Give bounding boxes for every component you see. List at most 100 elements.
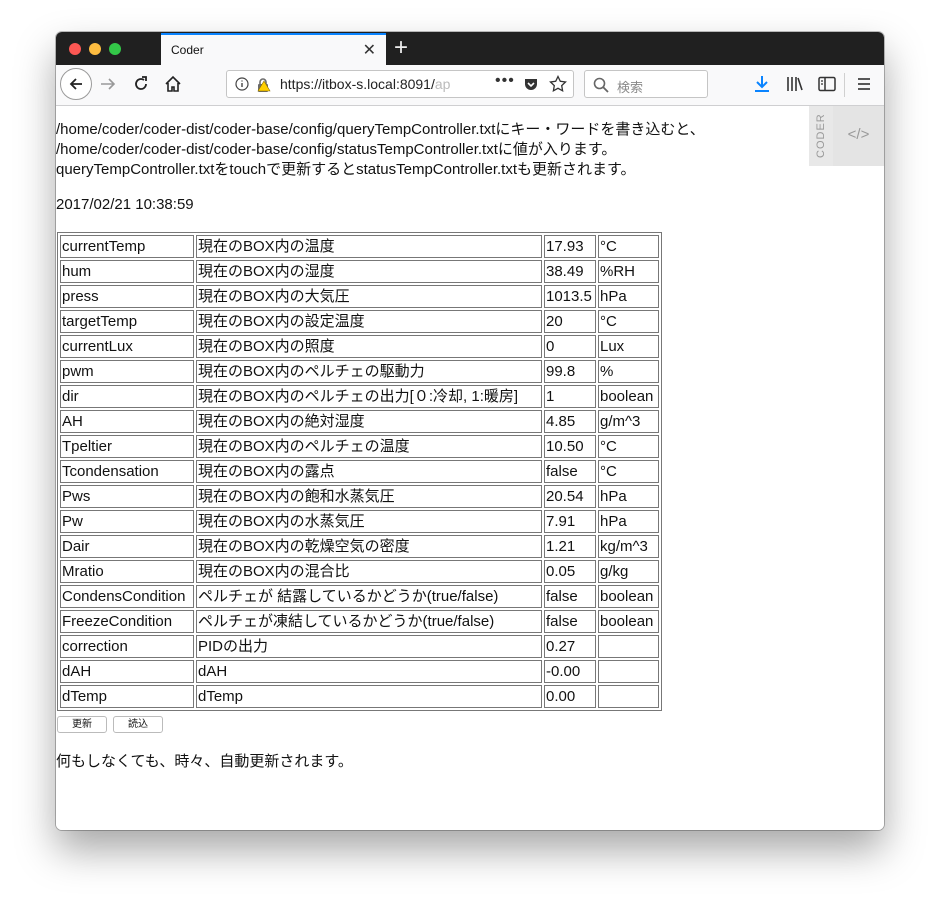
param-key-cell: Dair [60,535,194,558]
param-value-cell: 4.85 [544,410,596,433]
param-description-cell: ペルチェが 結露しているかどうか(true/false) [196,585,542,608]
table-row: Pws 現在のBOX内の飽和水蒸気圧 20.54 hPa [60,485,659,508]
home-icon[interactable] [164,75,182,93]
param-value-cell: 99.8 [544,360,596,383]
table-row: Pw 現在のBOX内の水蒸気圧 7.91 hPa [60,510,659,533]
param-key-cell: currentTemp [60,235,194,258]
library-icon[interactable] [786,76,804,92]
reload-icon[interactable] [132,75,150,93]
param-unit-cell: °C [598,460,659,483]
search-icon [593,77,609,93]
param-key-cell: currentLux [60,335,194,358]
param-description-cell: 現在のBOX内の湿度 [196,260,542,283]
window-close-button[interactable] [69,43,81,55]
info-icon[interactable] [235,77,249,91]
insecure-lock-icon[interactable] [255,77,271,93]
param-value-cell: 0.05 [544,560,596,583]
param-unit-cell: boolean [598,585,659,608]
table-row: pwm 現在のBOX内のペルチェの駆動力 99.8% [60,360,659,383]
table-row: Tcondensation 現在のBOX内の露点 false °C [60,460,659,483]
tab-close-icon[interactable]: ✕ [363,40,376,60]
param-description-cell: dAH [196,660,542,683]
update-button[interactable]: 更新 [57,716,107,733]
window-minimize-button[interactable] [89,43,101,55]
param-unit-cell: °C [598,435,659,458]
param-description-cell: 現在のBOX内の照度 [196,335,542,358]
new-tab-icon[interactable]: + [394,34,408,62]
param-value-cell: 1013.5 [544,285,596,308]
coder-side-tab[interactable]: CODER [809,106,833,166]
param-description-cell: 現在のBOX内のペルチェの出力[０:冷却, 1:暖房] [196,385,542,408]
param-key-cell: pwm [60,360,194,383]
param-unit-cell: Lux [598,335,659,358]
param-key-cell: dAH [60,660,194,683]
page-actions-icon[interactable]: ••• [495,72,515,90]
status-table-body: currentTemp 現在のBOX内の温度 17.93 °C hum 現在のBOX内の湿… [60,235,659,708]
param-key-cell: dir [60,385,194,408]
param-key-cell: correction [60,635,194,658]
search-bar[interactable]: 検索 [584,70,708,98]
table-row: targetTemp 現在のBOX内の設定温度 20 °C [60,310,659,333]
forward-icon[interactable] [100,77,116,91]
code-view-button[interactable]: </> [833,106,884,166]
load-button[interactable]: 読込 [113,716,163,733]
param-value-cell: 0.00 [544,685,596,708]
url-bar[interactable]: https://itbox-s.local:8091/ap ••• [226,70,574,98]
sidebar-toggle-icon[interactable] [818,76,836,92]
tab-coder[interactable]: Coder ✕ [161,33,386,65]
tab-title: Coder [171,43,204,57]
param-key-cell: dTemp [60,685,194,708]
param-key-cell: Mratio [60,560,194,583]
table-row: dir 現在のBOX内のペルチェの出力[０:冷却, 1:暖房] 1 boolean [60,385,659,408]
code-icon: </> [847,126,870,143]
bookmark-star-icon[interactable] [549,75,567,93]
param-description-cell: 現在のBOX内の混合比 [196,560,542,583]
param-unit-cell: °C [598,310,659,333]
param-unit-cell: hPa [598,285,659,308]
window-maximize-button[interactable] [109,43,121,55]
param-description-cell: dTemp [196,685,542,708]
back-button[interactable] [60,68,92,100]
table-row: Dair 現在のBOX内の乾燥空気の密度 1.21 kg/m^3 [60,535,659,558]
param-unit-cell [598,635,659,658]
param-value-cell: 38.49 [544,260,596,283]
intro-line-3: queryTempController.txtをtouchで更新するとstatu… [56,161,636,178]
hamburger-menu-icon[interactable] [857,77,871,91]
url-main: https://itbox-s.local:8091/ [280,76,435,92]
param-description-cell: 現在のBOX内の設定温度 [196,310,542,333]
param-unit-cell: %RH [598,260,659,283]
param-description-cell: 現在のBOX内の飽和水蒸気圧 [196,485,542,508]
param-key-cell: hum [60,260,194,283]
coder-label: CODER [815,113,827,159]
intro-line-1: /home/coder/coder-dist/coder-base/config… [56,121,705,138]
pocket-icon[interactable] [523,76,539,92]
param-description-cell: PIDの出力 [196,635,542,658]
browser-window: Coder ✕ + https://itbox-s.local:8091/ap … [56,32,884,830]
tab-bar: Coder ✕ + [56,32,884,65]
param-description-cell: ペルチェが凍結しているかどうか(true/false) [196,610,542,633]
table-row: dTemp dTemp 0.00 [60,685,659,708]
param-description-cell: 現在のBOX内の温度 [196,235,542,258]
table-row: correction PIDの出力 0.27 [60,635,659,658]
param-unit-cell [598,660,659,683]
table-row: currentLux 現在のBOX内の照度 0 Lux [60,335,659,358]
arrow-left-icon [69,78,82,90]
url-text[interactable]: https://itbox-s.local:8091/ap [280,76,460,92]
table-row: press 現在のBOX内の大気圧 1013.5 hPa [60,285,659,308]
table-row: AH 現在のBOX内の絶対湿度 4.85 g/m^3 [60,410,659,433]
table-row: currentTemp 現在のBOX内の温度 17.93 °C [60,235,659,258]
param-value-cell: 1.21 [544,535,596,558]
param-description-cell: 現在のBOX内の露点 [196,460,542,483]
param-key-cell: Tpeltier [60,435,194,458]
toolbar-separator [844,73,845,97]
param-description-cell: 現在のBOX内のペルチェの温度 [196,435,542,458]
url-faded: ap [434,76,451,92]
download-icon[interactable] [754,75,770,93]
param-unit-cell: °C [598,235,659,258]
param-unit-cell: hPa [598,485,659,508]
param-unit-cell: boolean [598,385,659,408]
param-unit-cell: % [598,360,659,383]
param-value-cell: false [544,610,596,633]
param-description-cell: 現在のBOX内の水蒸気圧 [196,510,542,533]
param-unit-cell: g/kg [598,560,659,583]
